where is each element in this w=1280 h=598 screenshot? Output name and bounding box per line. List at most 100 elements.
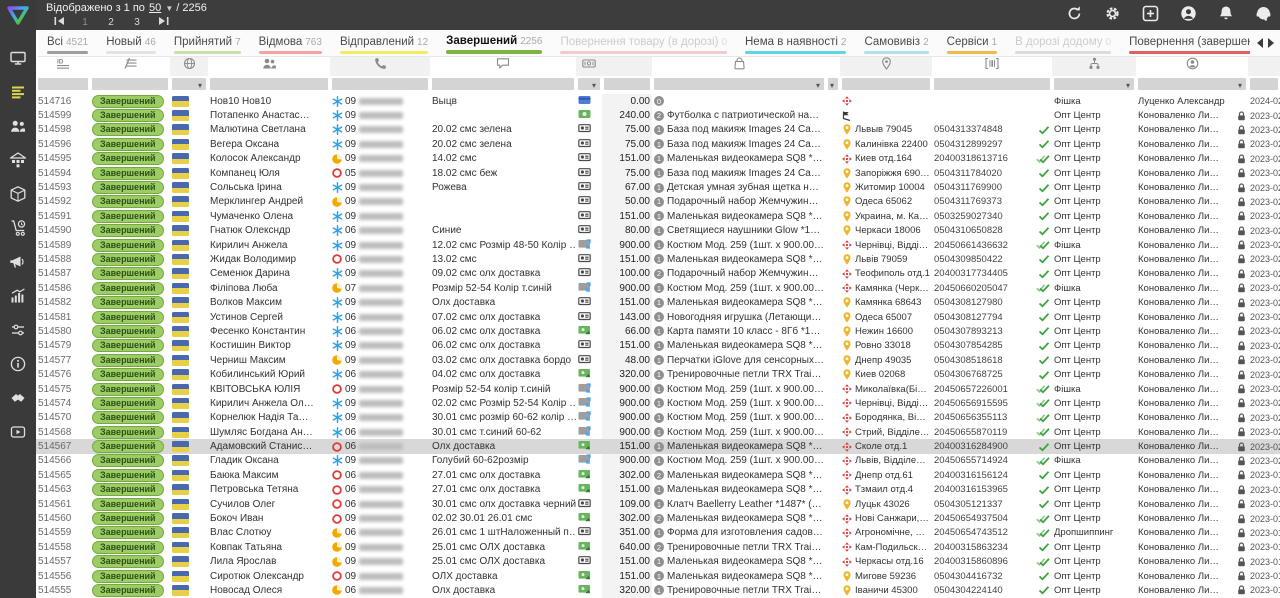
filter-source-input[interactable]: ▾	[1054, 78, 1134, 90]
profile-icon[interactable]	[1180, 5, 1197, 22]
filter-name-input[interactable]	[210, 78, 328, 90]
first-page-button[interactable]	[46, 16, 72, 29]
table-row[interactable]: 514557ЗавершенийЛила Ярослав0925.01 смс …	[36, 555, 1280, 569]
filter-manager-input[interactable]: ▾	[1138, 78, 1246, 90]
chevron-down-icon[interactable]: ▾	[198, 81, 202, 91]
last-page-button[interactable]	[150, 16, 176, 29]
filter-ttn-input[interactable]	[934, 78, 1050, 90]
sidebar-item-info[interactable]	[0, 349, 36, 383]
sidebar-item-video-help[interactable]	[0, 417, 36, 451]
column-header-pdrop[interactable]	[826, 56, 840, 76]
filter-id-input[interactable]	[38, 78, 88, 90]
chevron-down-icon[interactable]: ▾	[1126, 81, 1130, 91]
sidebar-item-company[interactable]	[0, 145, 36, 179]
settings-gear-icon[interactable]	[1104, 5, 1121, 22]
notifications-bell-icon[interactable]	[1218, 5, 1234, 22]
sidebar-item-orders[interactable]	[0, 77, 36, 111]
filter-price-input[interactable]	[604, 78, 650, 90]
tab-out-of-stock[interactable]: Нема в наявності2	[736, 30, 855, 56]
column-header-source[interactable]	[1052, 56, 1136, 76]
table-row[interactable]: 514596ЗавершенийВегера Оксана0920.02 смс…	[36, 137, 1280, 151]
chevron-down-icon[interactable]: ▼	[165, 4, 173, 13]
tab-accepted[interactable]: Прийнятий7	[165, 30, 250, 56]
page-number-1[interactable]: 1	[72, 17, 98, 28]
tab-sent[interactable]: Відправлений12	[331, 30, 437, 56]
filter-date-input[interactable]	[1250, 78, 1278, 90]
column-header-price[interactable]	[602, 56, 652, 76]
tab-completed[interactable]: Завершений2256	[437, 30, 551, 56]
table-row[interactable]: 514582ЗавершенийВолков Максим09Олх доста…	[36, 295, 1280, 309]
table-row[interactable]: 514598ЗавершенийМалютина Светлана0920.02…	[36, 123, 1280, 137]
table-row[interactable]: 514568ЗавершенийШумляс Богдана Ан…0630.0…	[36, 425, 1280, 439]
filter-status-input[interactable]	[92, 78, 168, 90]
table-row[interactable]: 514591ЗавершенийЧумаченко Олена09151.001…	[36, 209, 1280, 223]
filter-flag-input[interactable]: ▾	[172, 78, 206, 90]
table-row[interactable]: 514581ЗавершенийУстинов Сергей0607.02 см…	[36, 310, 1280, 324]
sidebar-item-dashboard[interactable]	[0, 43, 36, 77]
filter-comment-input[interactable]	[432, 78, 574, 90]
sidebar-item-statistics[interactable]	[0, 281, 36, 315]
tab-on-way-home[interactable]: В дорозі додому0	[1006, 30, 1120, 56]
tab-scroll-right-icon[interactable]	[1268, 38, 1274, 48]
chevron-down-icon[interactable]: ▾	[1238, 81, 1242, 91]
tab-declined[interactable]: Відмова763	[250, 30, 331, 56]
table-row[interactable]: 514565ЗавершенийБаюка Максим0627.01 смс …	[36, 468, 1280, 482]
tab-pickup[interactable]: Самовивіз2	[855, 30, 937, 56]
chevron-down-icon[interactable]: ▾	[830, 81, 834, 91]
table-row[interactable]: 514594ЗавершенийКомпанец Юля0518.02 смс …	[36, 166, 1280, 180]
column-header-pay[interactable]	[576, 56, 602, 76]
sidebar-item-products[interactable]	[0, 179, 36, 213]
column-header-flag[interactable]	[170, 56, 208, 76]
table-row[interactable]: 514561ЗавершенийСучилов Олег0630.01 смс …	[36, 497, 1280, 511]
tab-services[interactable]: Сервіси1	[938, 30, 1007, 56]
filter-product-input[interactable]: ▾	[654, 78, 824, 90]
table-row[interactable]: 514579ЗавершенийКостишин Виктор0906.02 с…	[36, 339, 1280, 353]
table-row[interactable]: 514567ЗавершенийАдамовский Станис…06Олх …	[36, 439, 1280, 453]
column-header-id[interactable]: ID	[36, 56, 90, 76]
table-row[interactable]: 514574ЗавершенийКирилич Анжела Ол…0902.0…	[36, 396, 1280, 410]
tab-return-transit[interactable]: Повернення товару (в дорозі)0	[551, 30, 736, 56]
filter-city-input[interactable]	[842, 78, 930, 90]
page-number-3[interactable]: 3	[124, 17, 150, 28]
chevron-down-icon[interactable]: ▾	[816, 81, 820, 91]
app-logo[interactable]	[6, 4, 30, 33]
filter-pay-input[interactable]: ▾	[578, 78, 600, 90]
table-row[interactable]: 514590ЗавершенийГнатюк Олексндр06Синие80…	[36, 224, 1280, 238]
sidebar-item-customers[interactable]	[0, 111, 36, 145]
page-size-dropdown[interactable]: 50	[149, 2, 161, 14]
column-header-product[interactable]	[652, 56, 826, 76]
chevron-down-icon[interactable]: ▾	[592, 81, 596, 91]
tab-scroll-left-icon[interactable]	[1257, 38, 1263, 48]
column-header-name[interactable]	[208, 56, 330, 76]
table-row[interactable]: 514570ЗавершенийКорнелюк Надія Та…0930.0…	[36, 411, 1280, 425]
table-row[interactable]: 514593ЗавершенийСольська Ірина09Рожева67…	[36, 180, 1280, 194]
column-header-city[interactable]	[840, 56, 932, 76]
column-header-status[interactable]	[90, 56, 170, 76]
table-row[interactable]: 514588ЗавершенийЖидак Володимир0613.02 с…	[36, 252, 1280, 266]
sidebar-item-marketing[interactable]	[0, 247, 36, 281]
column-header-ttn[interactable]	[932, 56, 1052, 76]
table-row[interactable]: 514560ЗавершенийБокоч Иван0902.02 30.01 …	[36, 511, 1280, 525]
table-row[interactable]: 514716ЗавершенийНов10 Нов1009Выцв0.000Фі…	[36, 94, 1280, 108]
table-row[interactable]: 514592ЗавершенийМерклингер Андрей0950.00…	[36, 195, 1280, 209]
column-header-phone[interactable]	[330, 56, 430, 76]
table-row[interactable]: 514587ЗавершенийСеменюк Дарина0909.02 см…	[36, 267, 1280, 281]
table-row[interactable]: 514559ЗавершенийВлас Слотюу0626.01 смс 1…	[36, 526, 1280, 540]
sidebar-item-automation[interactable]	[0, 315, 36, 349]
table-row[interactable]: 514575ЗавершенийКВІТОВСЬКА ЮЛІЯ09Розмір …	[36, 382, 1280, 396]
table-row[interactable]: 514556ЗавершенийСиротюк Олександр09ОЛХ д…	[36, 569, 1280, 583]
filter-pdrop-input[interactable]: ▾	[828, 78, 838, 90]
table-row[interactable]: 514555ЗавершенийНовосад Олеся06Олх доста…	[36, 583, 1280, 597]
table-row[interactable]: 514589ЗавершенийКирилич Анжела0912.02 см…	[36, 238, 1280, 252]
sidebar-item-shipping[interactable]	[0, 213, 36, 247]
table-row[interactable]: 514586ЗавершенийФіліпова Люба07Розмір 52…	[36, 281, 1280, 295]
support-headset-icon[interactable]	[1255, 5, 1272, 22]
refresh-icon[interactable]	[1066, 5, 1083, 22]
filter-phone-input[interactable]	[332, 78, 428, 90]
table-row[interactable]: 514566ЗавершенийГладик Оксана09Голубий 6…	[36, 454, 1280, 468]
tab-all[interactable]: Всі4521	[38, 30, 97, 56]
table-row[interactable]: 514577ЗавершенийЧерниш Максим0903.02 смс…	[36, 353, 1280, 367]
page-number-2[interactable]: 2	[98, 17, 124, 28]
add-order-icon[interactable]	[1142, 5, 1159, 22]
sidebar-item-partners[interactable]	[0, 383, 36, 417]
